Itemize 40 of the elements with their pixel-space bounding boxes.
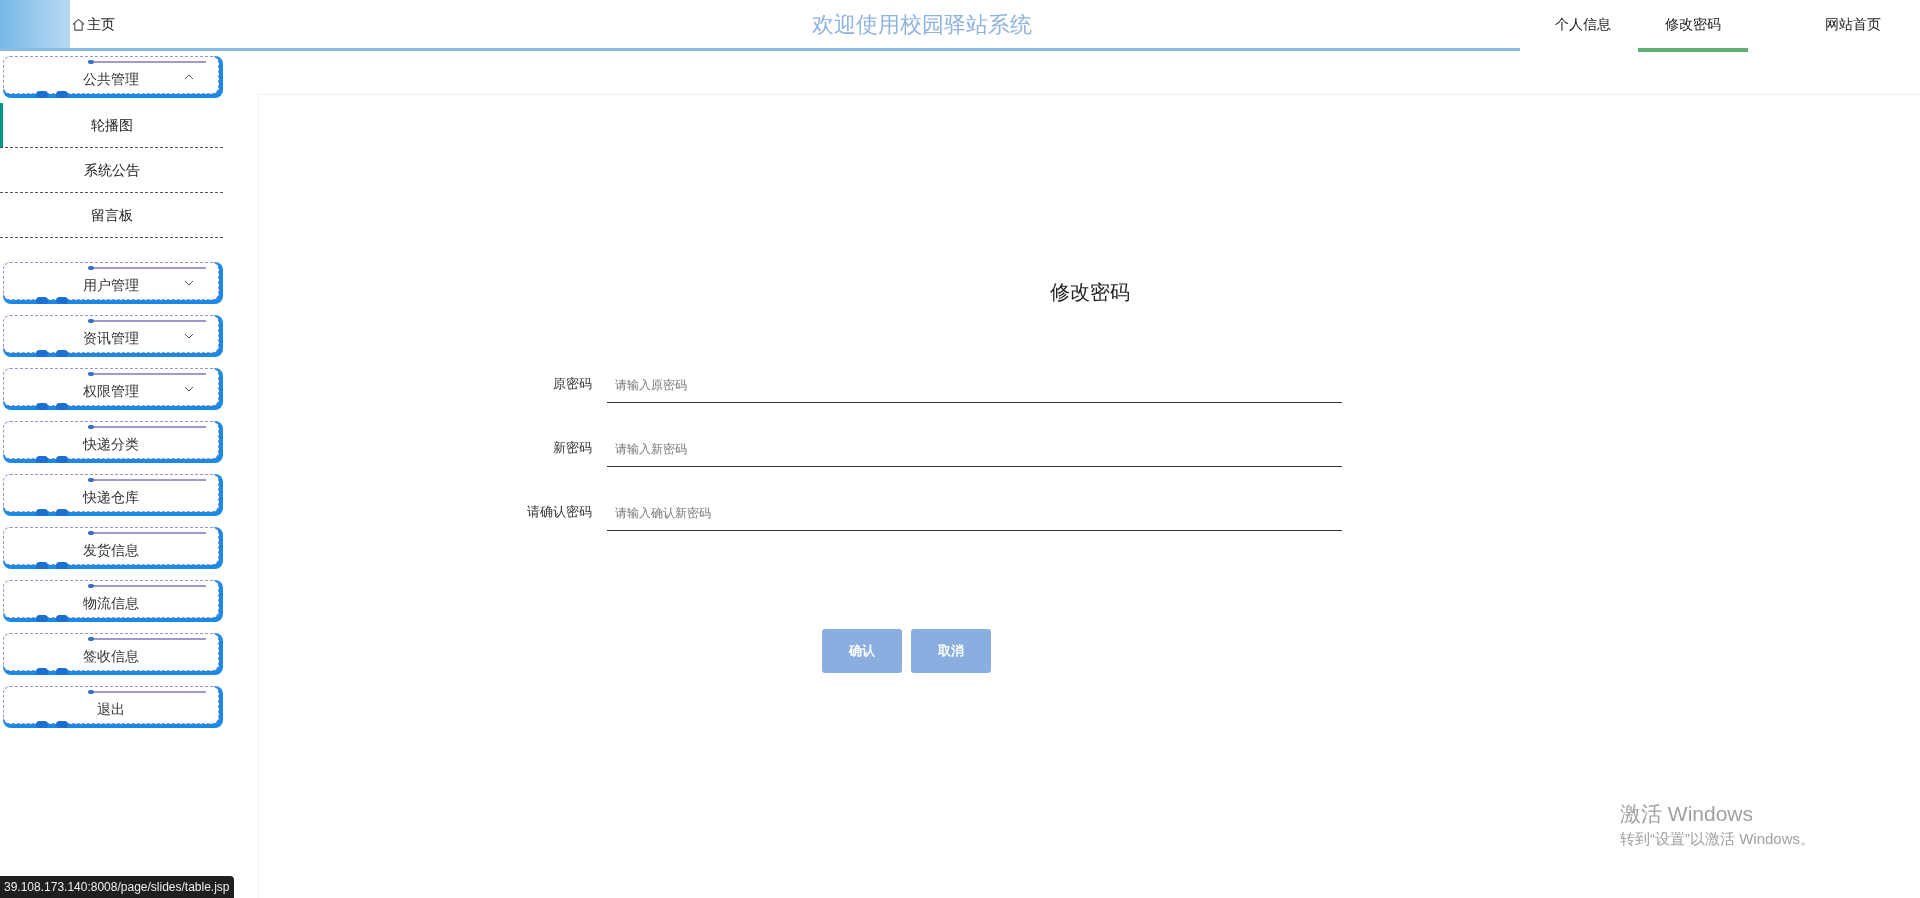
activation-notice-title: 激活 Windows bbox=[1620, 801, 1755, 827]
nav-tab[interactable]: 个人信息 bbox=[1528, 0, 1638, 52]
menu-group-button[interactable]: 权限管理 bbox=[3, 368, 223, 410]
dots-ornament bbox=[36, 350, 68, 357]
submenu-item[interactable]: 轮播图 bbox=[0, 103, 223, 148]
menu-group-button[interactable]: 快递仓库 bbox=[3, 474, 223, 516]
activation-notice-text: 转到“设置”以激活 Windows。 bbox=[1620, 829, 1815, 849]
field-label: 新密码 bbox=[552, 438, 593, 457]
home-icon bbox=[72, 18, 85, 31]
dots-ornament bbox=[36, 91, 68, 98]
form-title: 修改密码 bbox=[1049, 280, 1130, 305]
nav-tab[interactable]: 修改密码 bbox=[1638, 0, 1748, 52]
home-link[interactable]: 主页 bbox=[70, 0, 115, 49]
menu-group-button[interactable]: 快递分类 bbox=[3, 421, 223, 463]
dots-ornament bbox=[36, 721, 68, 728]
password-field[interactable]: 请输入新密码 bbox=[607, 431, 1342, 467]
dots-ornament bbox=[36, 403, 68, 410]
menu-group-button[interactable]: 物流信息 bbox=[3, 580, 223, 622]
password-field[interactable]: 请输入原密码 bbox=[607, 367, 1342, 403]
header-ornament bbox=[0, 0, 70, 49]
password-field[interactable]: 请输入确认新密码 bbox=[607, 495, 1342, 531]
nav-tab[interactable]: 网站首页 bbox=[1798, 0, 1908, 52]
dots-ornament bbox=[36, 668, 68, 675]
dots-ornament bbox=[36, 615, 68, 622]
menu-group-button[interactable]: 公共管理 bbox=[3, 56, 223, 98]
submenu-item[interactable]: 系统公告 bbox=[0, 148, 223, 193]
dots-ornament bbox=[36, 509, 68, 516]
menu-group-button[interactable]: 资讯管理 bbox=[3, 315, 223, 357]
field-label: 请确认密码 bbox=[526, 502, 593, 521]
submenu-item[interactable]: 留言板 bbox=[0, 193, 223, 238]
system-title: 欢迎使用校园驿站系统 bbox=[810, 11, 1032, 39]
field-label: 原密码 bbox=[552, 374, 593, 393]
dots-ornament bbox=[36, 562, 68, 569]
menu-group-button[interactable]: 用户管理 bbox=[3, 262, 223, 304]
dots-ornament bbox=[36, 456, 68, 463]
dots-ornament bbox=[36, 297, 68, 304]
status-url: 39.108.173.140:8008/page/slides/table.jsp bbox=[0, 876, 234, 898]
menu-group-button[interactable]: 退出 bbox=[3, 686, 223, 728]
menu-group-button[interactable]: 签收信息 bbox=[3, 633, 223, 675]
menu-group-button[interactable]: 发货信息 bbox=[3, 527, 223, 569]
